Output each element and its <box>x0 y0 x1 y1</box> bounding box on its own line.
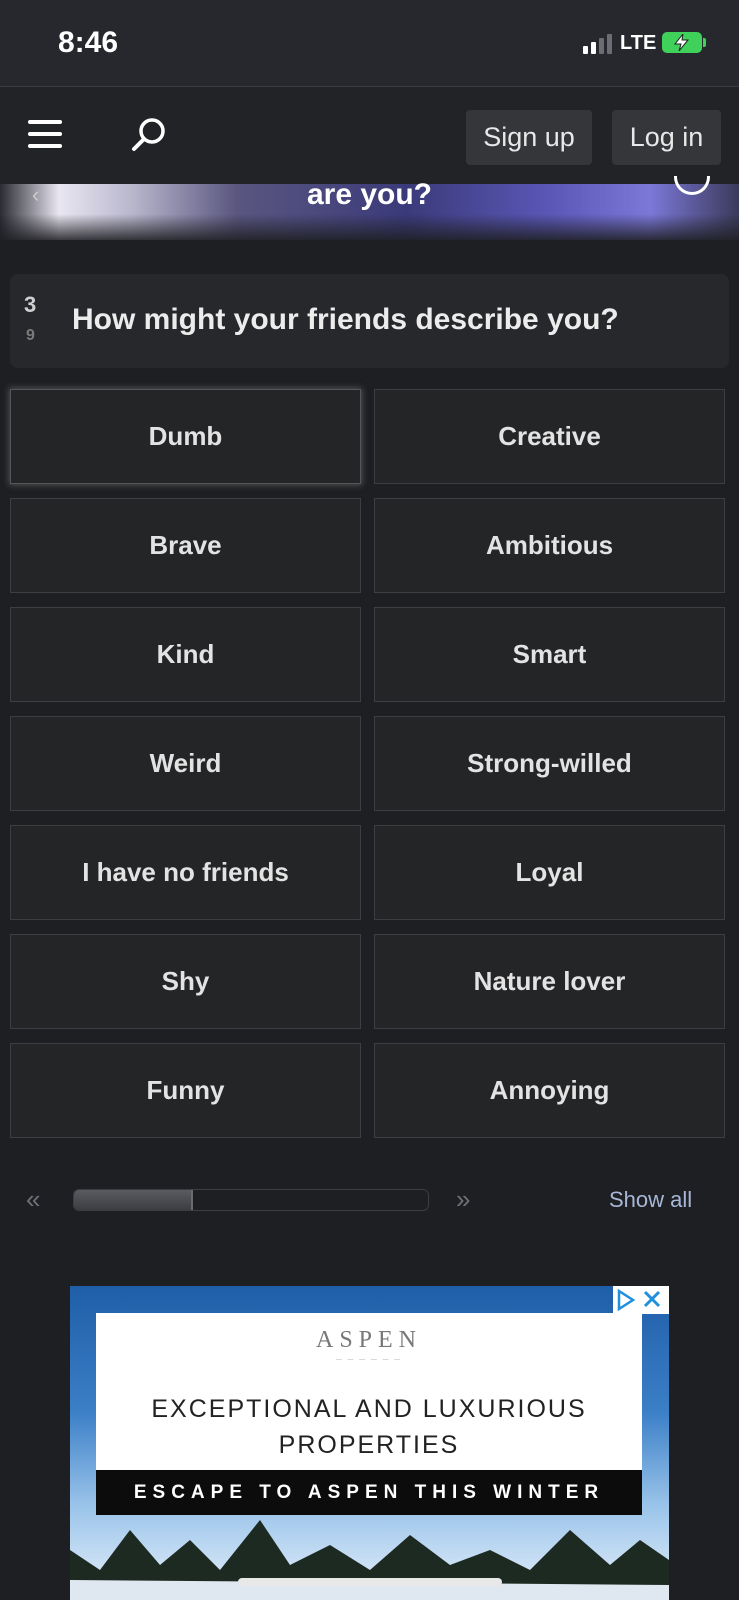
hero-fade <box>0 214 739 244</box>
ad-brand-logo: ASPEN <box>315 1327 423 1353</box>
next-page-button[interactable]: » <box>456 1184 470 1215</box>
answer-option[interactable]: Strong-willed <box>374 716 725 811</box>
ad-cta-strip[interactable]: ESCAPE TO ASPEN THIS WINTER <box>96 1470 642 1515</box>
ad-choices-icon[interactable] <box>613 1286 669 1314</box>
battery-tip <box>703 38 706 47</box>
answer-option[interactable]: Kind <box>10 607 361 702</box>
battery-charging-icon <box>662 32 702 53</box>
answer-option[interactable]: Creative <box>374 389 725 484</box>
answer-option[interactable]: Annoying <box>374 1043 725 1138</box>
sign-up-button[interactable]: Sign up <box>466 110 592 165</box>
answer-option[interactable]: I have no friends <box>10 825 361 920</box>
quiz-progress-bar <box>73 1189 429 1211</box>
status-time: 8:46 <box>58 26 119 59</box>
signal-icon <box>583 34 612 54</box>
progress-fill <box>74 1190 193 1210</box>
answer-option[interactable]: Nature lover <box>374 934 725 1029</box>
show-all-link[interactable]: Show all <box>609 1187 692 1213</box>
answer-option[interactable]: Ambitious <box>374 498 725 593</box>
ad-headline: EXCEPTIONAL AND LUXURIOUS PROPERTIES <box>96 1391 642 1463</box>
answer-option[interactable]: Smart <box>374 607 725 702</box>
ad-background-trees <box>70 1520 669 1600</box>
network-label: LTE <box>620 32 657 54</box>
search-icon[interactable] <box>130 115 170 155</box>
answer-option[interactable]: Shy <box>10 934 361 1029</box>
ad-logo-tagline: — — — — — — <box>335 1357 403 1363</box>
answer-option[interactable]: Dumb <box>10 389 361 484</box>
ad-headline-line2: PROPERTIES <box>278 1431 460 1459</box>
answer-option[interactable]: Brave <box>10 498 361 593</box>
log-in-button[interactable]: Log in <box>612 110 721 165</box>
ad-content-box[interactable]: ASPEN — — — — — — EXCEPTIONAL AND LUXURI… <box>96 1313 642 1470</box>
answer-option[interactable]: Weird <box>10 716 361 811</box>
quiz-title: are you? <box>306 178 433 211</box>
answer-option[interactable]: Funny <box>10 1043 361 1138</box>
previous-page-button[interactable]: « <box>26 1184 40 1215</box>
menu-icon[interactable] <box>28 120 62 148</box>
question-total: 9 <box>26 327 35 344</box>
ad-headline-line1: EXCEPTIONAL AND LUXURIOUS <box>151 1395 587 1423</box>
answer-option[interactable]: Loyal <box>374 825 725 920</box>
question-number: 3 <box>24 292 37 317</box>
question-text: How might your friends describe you? <box>72 303 619 336</box>
home-indicator <box>238 1578 502 1586</box>
